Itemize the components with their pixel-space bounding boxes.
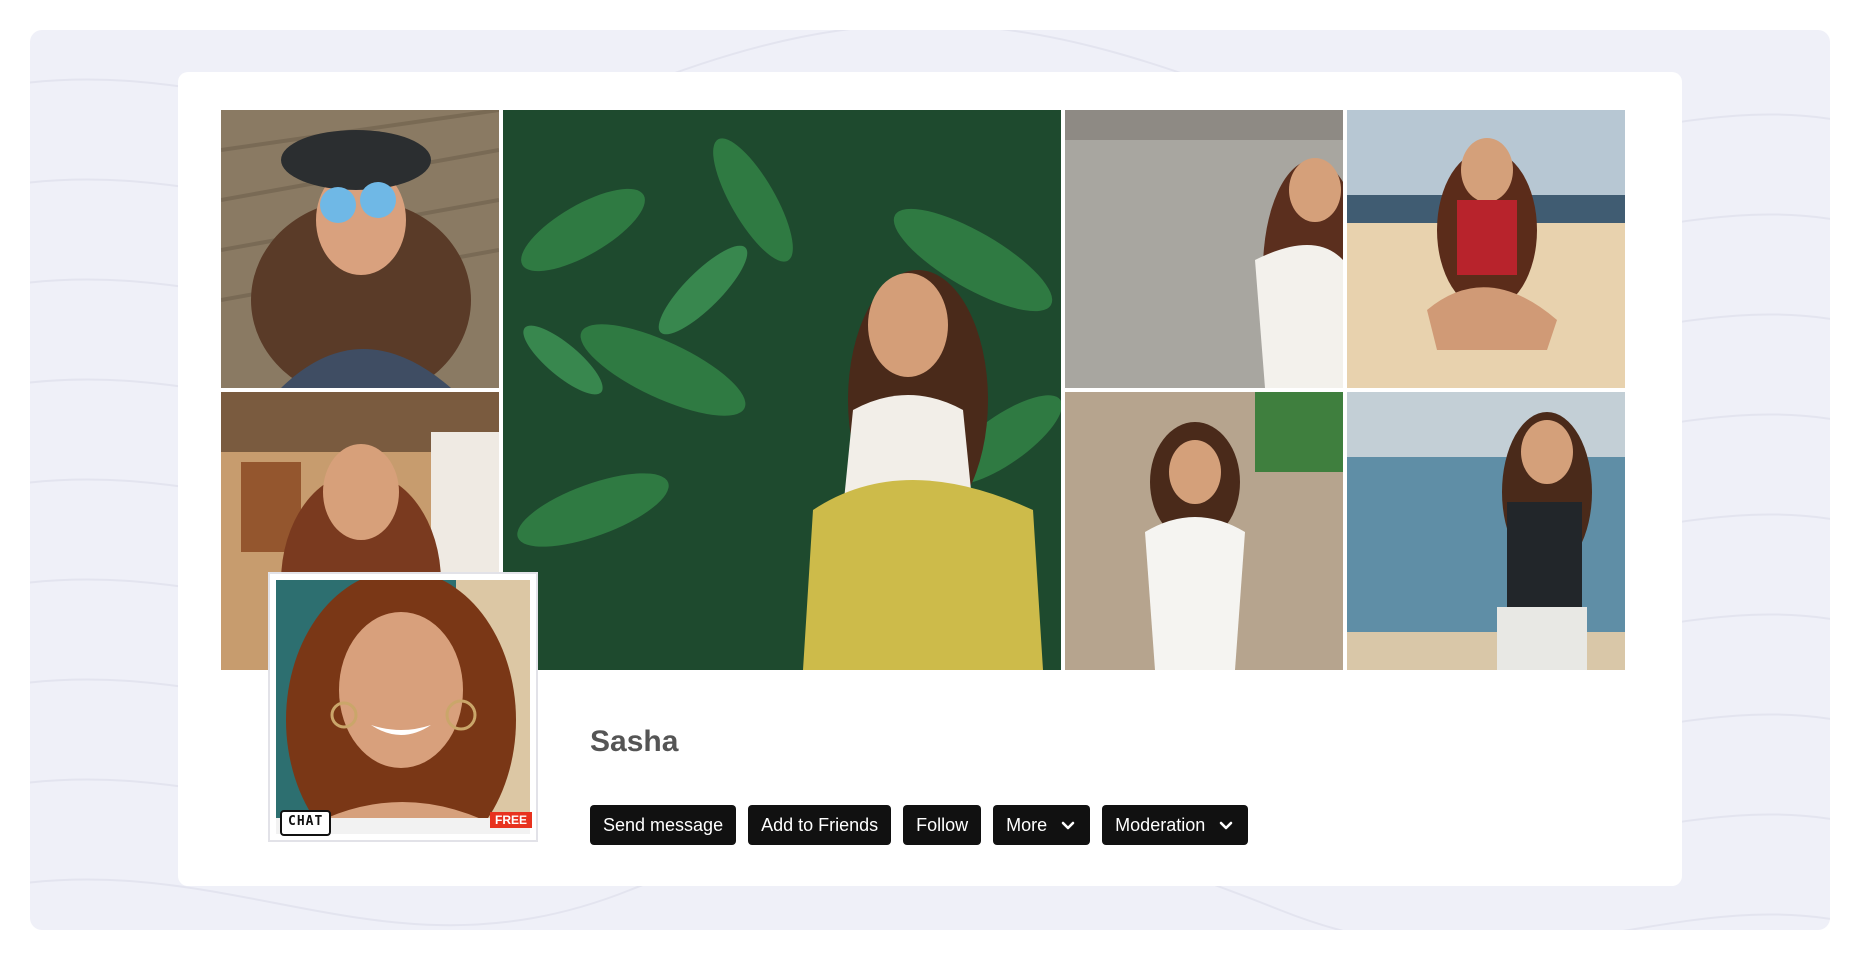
- follow-label: Follow: [916, 814, 969, 835]
- cover-photo-beach[interactable]: [1347, 110, 1625, 388]
- profile-avatar[interactable]: CHAT FREE: [268, 572, 538, 842]
- cover-photo-rock[interactable]: [1065, 110, 1343, 388]
- follow-button[interactable]: Follow: [903, 805, 982, 845]
- add-to-friends-button[interactable]: Add to Friends: [748, 805, 892, 845]
- free-badge: FREE: [489, 812, 532, 828]
- cover-photo-sea[interactable]: [1347, 392, 1625, 670]
- moderation-label: Moderation: [1115, 814, 1206, 835]
- avatar-photo: [276, 580, 530, 834]
- moderation-dropdown-button[interactable]: Moderation: [1102, 805, 1249, 845]
- add-to-friends-label: Add to Friends: [761, 814, 879, 835]
- chevron-down-icon: [1219, 821, 1233, 830]
- chevron-down-icon: [1061, 821, 1075, 830]
- more-label: More: [1006, 814, 1048, 835]
- cover-photo-main[interactable]: [503, 110, 1061, 670]
- cover-photo-boulder[interactable]: [1065, 392, 1343, 670]
- chat-badge[interactable]: CHAT: [280, 810, 332, 836]
- profile-name: Sasha: [590, 725, 679, 758]
- send-message-label: Send message: [603, 814, 724, 835]
- profile-actions: Send message Add to Friends Follow More …: [590, 805, 1249, 845]
- page-background: CHAT FREE Sasha Send message Add to Frie…: [30, 30, 1830, 930]
- more-dropdown-button[interactable]: More: [993, 805, 1091, 845]
- send-message-button[interactable]: Send message: [590, 805, 737, 845]
- cover-photo-hat[interactable]: [221, 110, 499, 388]
- profile-card: CHAT FREE Sasha Send message Add to Frie…: [178, 72, 1682, 886]
